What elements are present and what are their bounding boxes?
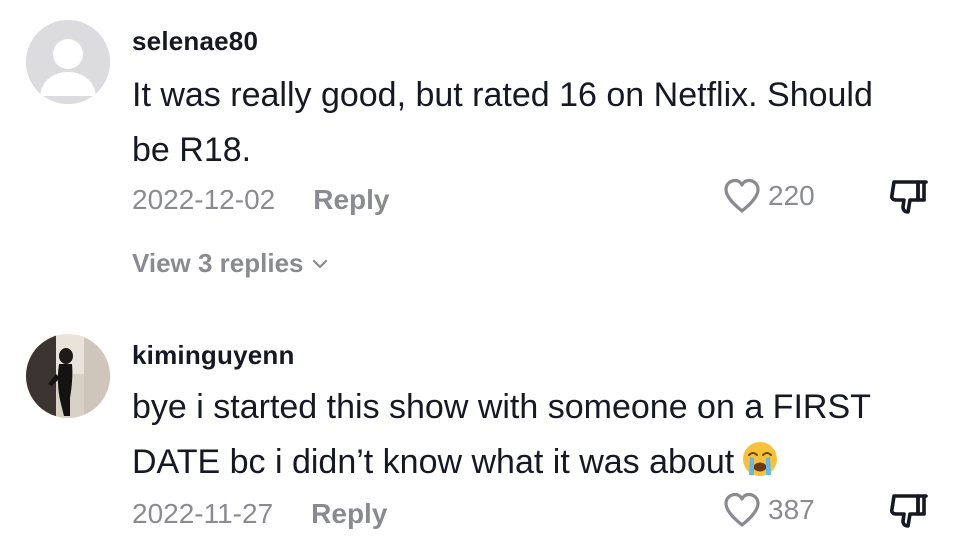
like-count: 387 [768,494,815,525]
comment-text-line: It was really good, but rated 16 on Netf… [132,76,873,114]
comment-meta: 2022-11-27 Reply [132,494,387,534]
default-user-avatar-icon [26,20,110,104]
heart-outline-icon [724,178,760,213]
chevron-down-icon [312,259,327,268]
comment-text-line-2: DATE bc i didn’t know what it was about [132,435,932,496]
comment-item: kiminguyenn bye i started this show with… [0,318,960,546]
comment-meta: 2022-12-02 Reply [132,180,389,220]
avatar[interactable] [26,334,110,418]
avatar[interactable] [26,20,110,104]
comment-text-line: be R18. [132,131,252,169]
like-count: 220 [768,180,815,211]
like-button[interactable]: 220 [722,176,815,216]
comment-text: It was really good, but rated 16 on Netf… [132,68,932,178]
dislike-button[interactable] [884,172,932,220]
view-replies-button[interactable]: View 3 replies [132,248,328,279]
loudly-crying-face-icon [740,439,780,496]
like-button[interactable]: 387 [722,490,815,530]
reply-button[interactable]: Reply [311,498,387,530]
thumbs-down-icon [889,180,928,214]
comment-text: bye i started this show with someone on … [132,380,932,496]
thumbs-down-icon [889,494,928,528]
comment-date: 2022-12-02 [132,184,276,215]
heart-outline-icon [724,492,760,527]
comment-item: selenae80 It was really good, but rated … [0,0,960,300]
comment-username[interactable]: kiminguyenn [132,340,295,371]
photo-avatar-icon [26,334,110,418]
comment-username[interactable]: selenae80 [132,26,258,57]
dislike-button[interactable] [884,486,932,534]
reply-button[interactable]: Reply [313,184,389,216]
comment-text-segment: DATE bc i didn’t know what it was about [132,443,735,481]
comment-date: 2022-11-27 [132,498,274,529]
comment-text-line: bye i started this show with someone on … [132,388,871,426]
view-replies-label: View 3 replies [132,248,304,278]
